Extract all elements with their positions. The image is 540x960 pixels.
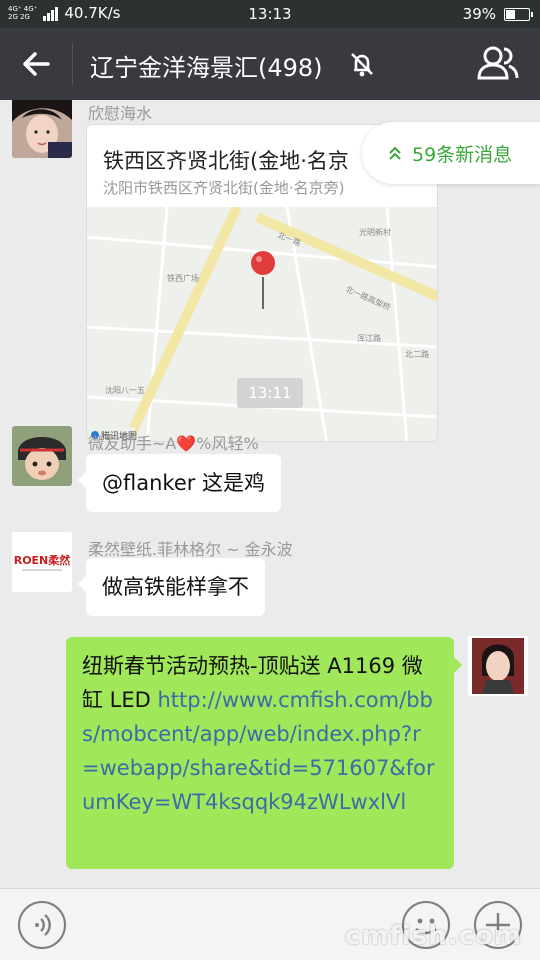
location-address: 沈阳市铁西区齐贤北街(金地·名京旁) [103, 179, 345, 197]
avatar[interactable] [12, 426, 72, 486]
voice-input-button[interactable] [18, 901, 66, 949]
status-time: 13:13 [248, 5, 292, 23]
battery-icon [504, 7, 533, 21]
message-timestamp: 13:11 [237, 378, 303, 408]
watermark: cmfish.com [345, 921, 522, 951]
avatar-logo-text: ROEN柔然 [14, 553, 71, 567]
battery-status: 39% [462, 5, 533, 23]
map-label: 沈阳八一五 [105, 385, 145, 395]
back-arrow-icon[interactable] [18, 46, 54, 82]
sender-name: 微友助手~A❤️%风轻% [88, 434, 259, 453]
input-bar: cmfish.com [0, 888, 540, 960]
map-label: 北二路 [405, 349, 429, 359]
battery-percent: 39% [462, 5, 496, 23]
header-divider [72, 44, 73, 84]
mute-bell-icon [351, 53, 373, 77]
avatar[interactable] [12, 100, 72, 158]
message-bubble[interactable]: @flanker 这是鸡 [77, 454, 282, 512]
status-bar: 4G⁺ 4G⁺ 2G 2G 40.7K/s 13:13 39% [0, 0, 540, 28]
sent-message-bubble[interactable]: 纽斯春节活动预热-顶贴送 A1169 微缸 LED http://www.cmf… [66, 637, 462, 869]
map-label: 光明新村 [359, 227, 391, 237]
chat-title: 辽宁金洋海景汇(498) [90, 54, 323, 82]
sender-name: 柔然壁纸.菲林格尔 ~ 金永波 [88, 540, 293, 559]
voice-icon [35, 914, 51, 936]
message-bubble[interactable]: 做高铁能样拿不 [78, 558, 265, 616]
my-avatar[interactable] [468, 636, 528, 696]
map-label: 浑江路 [357, 333, 381, 343]
map-label: 铁西广场 [167, 273, 199, 283]
double-chevron-up-icon [389, 146, 401, 160]
new-messages-label: 59条新消息 [412, 143, 513, 166]
chat-header: 辽宁金洋海景汇(498) [0, 28, 540, 100]
location-title: 铁西区齐贤北街(金地·名京 [103, 149, 349, 173]
sender-name: 欣慰海水 [88, 104, 153, 123]
avatar[interactable]: ROEN柔然 [12, 532, 72, 592]
new-messages-button[interactable]: 59条新消息 [362, 122, 540, 184]
chat-message-list[interactable]: 欣慰海水 铁西区齐贤北街(金地·名京 沈阳市铁西区齐贤北街(金地·名京旁) 光明… [0, 100, 540, 888]
group-members-icon[interactable] [476, 44, 520, 84]
